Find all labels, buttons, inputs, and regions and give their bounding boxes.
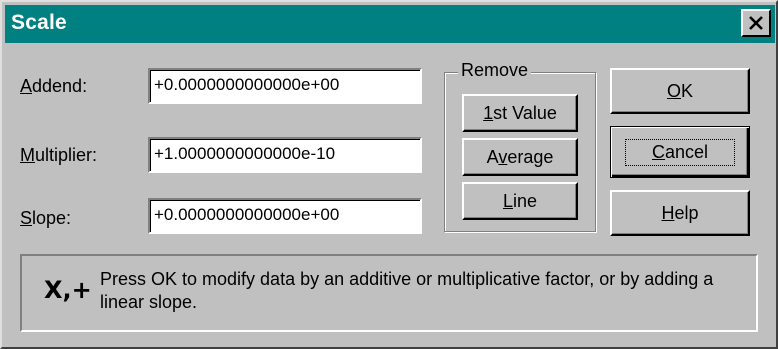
remove-line-button[interactable]: Line [462, 182, 578, 220]
ok-button[interactable]: OK [610, 68, 750, 114]
multiplier-field[interactable]: +1.0000000000000e-10 [148, 137, 422, 173]
help-label: Help [661, 202, 699, 223]
slope-label: Slope: [20, 208, 72, 228]
close-button[interactable] [741, 9, 771, 37]
remove-line-label: Line [502, 190, 538, 211]
remove-average-label: Average [486, 146, 554, 167]
cancel-button[interactable]: Cancel [610, 126, 750, 178]
dialog-title: Scale [11, 11, 67, 34]
scale-operation-icon: X,+ [44, 276, 92, 304]
remove-first-value-label: 1st Value [483, 102, 557, 123]
info-message: Press OK to modify data by an additive o… [100, 269, 714, 312]
slope-field[interactable]: +0.0000000000000e+00 [148, 198, 422, 234]
multiplier-label: Multiplier: [20, 145, 98, 165]
info-panel: X,+ Press OK to modify data by an additi… [20, 254, 758, 332]
cancel-label: Cancel [624, 138, 736, 166]
addend-field[interactable]: +0.0000000000000e+00 [148, 68, 422, 104]
help-button[interactable]: Help [610, 190, 750, 236]
addend-label: Addend: [20, 76, 88, 96]
remove-first-value-button[interactable]: 1st Value [462, 94, 578, 132]
remove-group-label: Remove [458, 60, 532, 81]
scale-dialog: Scale Addend: +0.0000000000000e+00 Multi… [0, 0, 778, 349]
ok-label: OK [666, 80, 694, 101]
remove-average-button[interactable]: Average [462, 138, 578, 176]
title-bar[interactable]: Scale [5, 5, 775, 43]
close-icon [749, 16, 763, 30]
